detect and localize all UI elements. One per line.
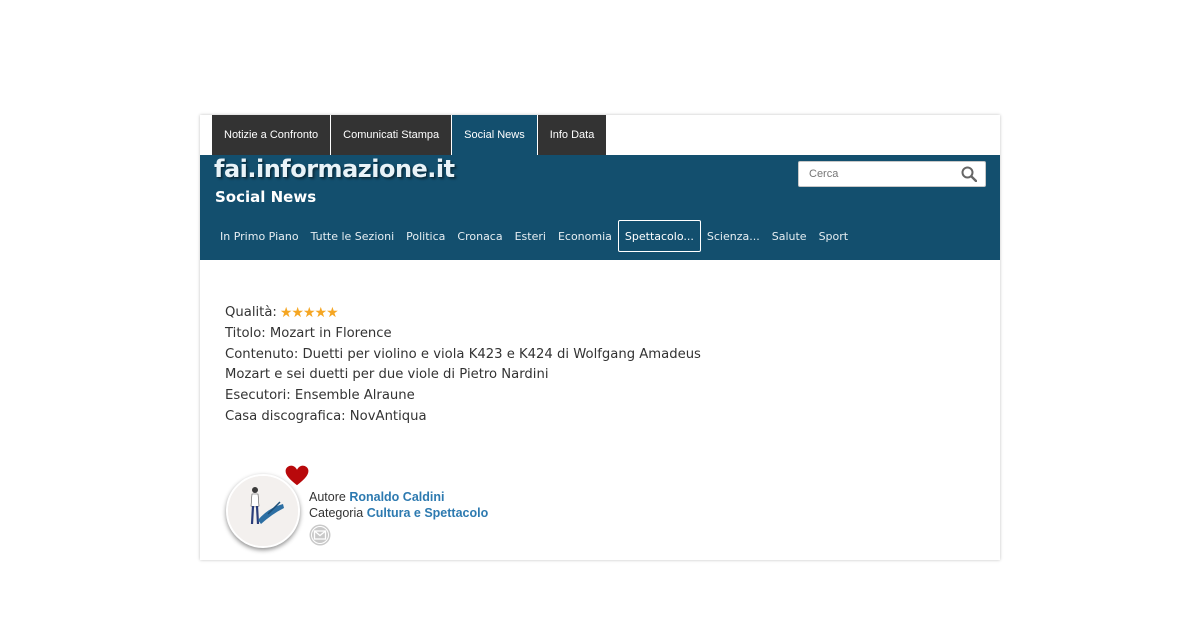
- category-line: Categoria Cultura e Spettacolo: [309, 505, 488, 521]
- tab-social-news[interactable]: Social News: [452, 115, 537, 155]
- star-icon: ★: [279, 305, 293, 321]
- author-name-link[interactable]: Ronaldo Caldini: [349, 490, 444, 504]
- star-icon: ★: [326, 305, 339, 321]
- site-logo[interactable]: fai.informazione.it: [214, 155, 455, 183]
- search-icon[interactable]: [961, 166, 977, 182]
- tab-info-data[interactable]: Info Data: [537, 115, 607, 155]
- star-icon: ★: [291, 305, 304, 321]
- tab-comunicati-stampa[interactable]: Comunicati Stampa: [331, 115, 452, 155]
- heart-icon[interactable]: [284, 464, 310, 488]
- nav-spettacolo[interactable]: Spettacolo...: [617, 220, 701, 252]
- page-container: Notizie a Confronto Comunicati Stampa So…: [200, 115, 1000, 560]
- search-box: [798, 161, 986, 187]
- category-link[interactable]: Cultura e Spettacolo: [367, 506, 489, 520]
- mail-icon[interactable]: [309, 524, 331, 546]
- nav-in-primo-piano[interactable]: In Primo Piano: [214, 220, 305, 252]
- top-navigation: Notizie a Confronto Comunicati Stampa So…: [212, 115, 607, 155]
- article-content-line-1: Contenuto: Duetti per violino e viola K4…: [225, 346, 701, 362]
- nav-sport[interactable]: Sport: [813, 220, 855, 252]
- nav-cronaca[interactable]: Cronaca: [451, 220, 508, 252]
- star-icon: ★: [314, 305, 328, 321]
- article-content-line-2: Mozart e sei duetti per due viole di Pie…: [225, 367, 549, 383]
- tab-notizie-a-confronto[interactable]: Notizie a Confronto: [212, 115, 331, 155]
- star-icon: ★: [302, 305, 316, 321]
- section-title: Social News: [215, 188, 317, 206]
- nav-economia[interactable]: Economia: [552, 220, 618, 252]
- nav-salute[interactable]: Salute: [766, 220, 813, 252]
- author-line: Autore Ronaldo Caldini: [309, 489, 488, 505]
- author-label: Autore: [309, 490, 346, 504]
- search-input[interactable]: [799, 162, 959, 186]
- nav-scienza[interactable]: Scienza...: [701, 220, 766, 252]
- article-performers: Esecutori: Ensemble Alraune: [225, 388, 415, 404]
- quality-rating: Qualità: ★ ★ ★ ★ ★: [225, 303, 695, 324]
- nav-politica[interactable]: Politica: [400, 220, 451, 252]
- nav-esteri[interactable]: Esteri: [509, 220, 552, 252]
- article-record-label: Casa discografica: NovAntiqua: [225, 408, 427, 424]
- article-title: Titolo: Mozart in Florence: [225, 325, 392, 341]
- category-label: Categoria: [309, 506, 364, 520]
- article-body: Qualità: ★ ★ ★ ★ ★ Titolo: Mozart in Florence…: [225, 303, 701, 428]
- star-rating: ★ ★ ★ ★ ★: [279, 305, 339, 321]
- author-info: Autore Ronaldo Caldini Categoria Cultura…: [309, 489, 488, 521]
- section-navigation: In Primo Piano Tutte le Sezioni Politica…: [214, 219, 854, 253]
- quality-label: Qualità:: [225, 305, 277, 320]
- site-header: fai.informazione.it Social News In Primo…: [200, 155, 1000, 260]
- nav-tutte-le-sezioni[interactable]: Tutte le Sezioni: [305, 220, 401, 252]
